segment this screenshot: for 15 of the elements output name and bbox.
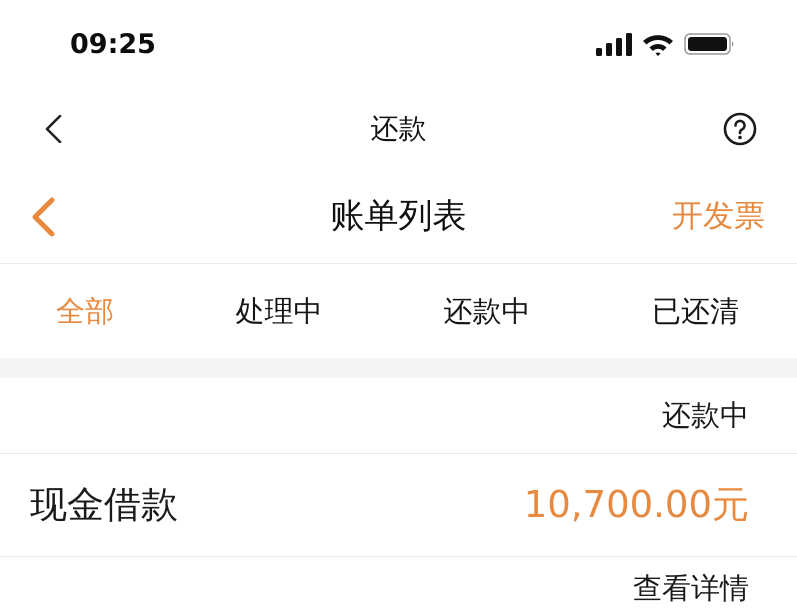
signal-icon	[596, 32, 632, 56]
battery-icon	[684, 33, 735, 55]
filter-tab[interactable]: 还款中	[444, 294, 531, 328]
filter-tab[interactable]: 处理中	[235, 294, 322, 328]
bill-amount: 10,700.00元	[524, 482, 749, 528]
filter-tab[interactable]: 已还清	[652, 294, 739, 328]
bill-status: 还款中	[662, 398, 749, 433]
back-icon[interactable]	[44, 115, 62, 143]
details-link[interactable]: 查看详情	[633, 570, 749, 606]
help-icon[interactable]	[723, 112, 757, 146]
bill-name: 现金借款	[30, 482, 178, 528]
status-time: 09:25	[70, 30, 156, 58]
wifi-icon	[642, 32, 674, 56]
list-title: 账单列表	[330, 196, 466, 237]
page-title: 还款	[370, 112, 426, 146]
